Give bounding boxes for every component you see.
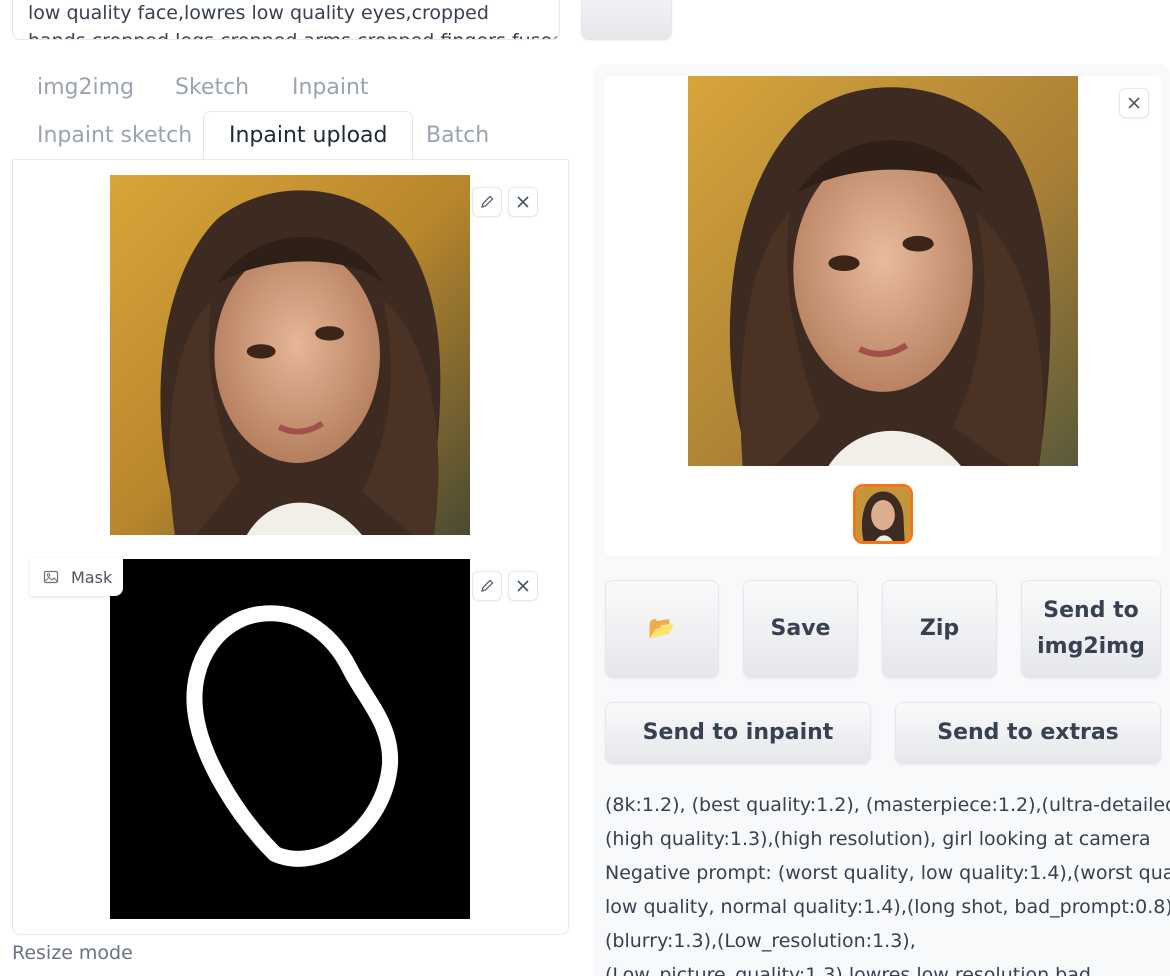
- output-image[interactable]: [688, 76, 1078, 466]
- tab-inpaint[interactable]: Inpaint: [267, 64, 394, 112]
- clear-source-button[interactable]: [508, 187, 538, 217]
- source-image[interactable]: [110, 175, 470, 535]
- clear-mask-button[interactable]: [508, 571, 538, 601]
- send-to-inpaint-button[interactable]: Send to inpaint: [605, 702, 871, 764]
- resize-mode-label: Resize mode: [12, 942, 133, 964]
- zip-button[interactable]: Zip: [882, 580, 997, 678]
- open-folder-button[interactable]: 📂: [605, 580, 719, 678]
- mask-image[interactable]: [110, 559, 470, 919]
- generation-info-line-4: low quality, normal quality:1.4),(long s…: [605, 896, 1170, 918]
- folder-icon: 📂: [648, 616, 676, 641]
- tab-inpaint-sketch[interactable]: Inpaint sketch: [12, 112, 217, 160]
- pencil-icon: [481, 195, 494, 208]
- negative-prompt-line-2: hands,cropped legs,cropped arms,cropped …: [28, 27, 559, 39]
- img2img-mode-tabs: img2img Sketch Inpaint Inpaint sketch In…: [12, 64, 569, 161]
- top-action-button[interactable]: [581, 0, 672, 40]
- negative-prompt-line-1: low quality face,lowres low quality eyes…: [28, 2, 489, 24]
- generation-info-line-5: (blurry:1.3),(Low_resolution:1.3),: [605, 930, 916, 952]
- gallery-thumbnail[interactable]: [853, 484, 913, 544]
- tab-img2img[interactable]: img2img: [12, 64, 159, 112]
- generation-info-line-1: (8k:1.2), (best quality:1.2), (masterpie…: [605, 794, 1170, 816]
- close-icon: [517, 580, 529, 592]
- image-icon: [43, 570, 59, 584]
- tab-inpaint-upload[interactable]: Inpaint upload: [203, 111, 414, 161]
- tab-batch[interactable]: Batch: [401, 112, 514, 160]
- mask-label-text: Mask: [71, 567, 113, 587]
- generation-info-line-2: (high quality:1.3),(high resolution), gi…: [605, 828, 1151, 850]
- edit-source-button[interactable]: [472, 187, 502, 217]
- close-gallery-button[interactable]: [1119, 88, 1149, 118]
- negative-prompt-textarea[interactable]: low quality face,lowres low quality eyes…: [12, 0, 560, 40]
- generation-info: (8k:1.2), (best quality:1.2), (masterpie…: [605, 788, 1170, 976]
- generation-info-line-6: (Low_picture_quality:1.3),lowres,low res…: [605, 964, 1091, 976]
- mask-label: Mask: [30, 558, 123, 596]
- save-button[interactable]: Save: [743, 580, 858, 678]
- send-to-extras-button[interactable]: Send to extras: [895, 702, 1161, 764]
- generation-info-line-3: Negative prompt: (worst quality, low qua…: [605, 862, 1170, 884]
- send-to-img2img-button[interactable]: Send to img2img: [1021, 580, 1161, 678]
- edit-mask-button[interactable]: [472, 571, 502, 601]
- close-icon: [1128, 97, 1140, 109]
- close-icon: [517, 196, 529, 208]
- send-to-img2img-line-1: Send to: [1043, 598, 1139, 623]
- tab-sketch[interactable]: Sketch: [150, 64, 274, 112]
- send-to-img2img-line-2: img2img: [1037, 634, 1145, 659]
- pencil-icon: [481, 579, 494, 592]
